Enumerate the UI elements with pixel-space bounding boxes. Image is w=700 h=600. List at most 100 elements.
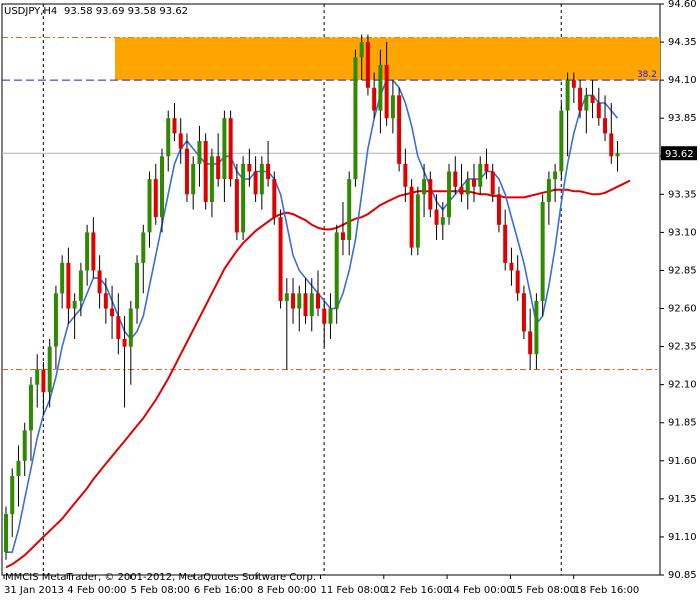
candle-body xyxy=(496,194,501,225)
price-tick-label: 92.35 xyxy=(668,342,697,353)
candle-body xyxy=(253,171,258,195)
candle xyxy=(253,156,258,202)
candle xyxy=(309,278,314,332)
candle xyxy=(197,125,202,187)
candle xyxy=(85,224,90,286)
candle xyxy=(178,118,183,164)
candle xyxy=(191,156,196,210)
candle xyxy=(546,171,551,225)
price-tick-label: 92.60 xyxy=(668,304,697,315)
candle-body xyxy=(434,209,439,225)
candle-body xyxy=(422,179,427,195)
candle-body xyxy=(128,308,133,347)
price-tick-label: 93.35 xyxy=(668,189,697,200)
candle xyxy=(16,445,21,507)
candle-body xyxy=(10,476,15,515)
candle xyxy=(447,163,452,225)
candle-body xyxy=(66,262,71,309)
candle-body xyxy=(172,118,177,134)
candle-body xyxy=(584,95,589,111)
candle xyxy=(228,110,233,187)
candle xyxy=(216,133,221,187)
candle-body xyxy=(365,42,370,88)
candle-body xyxy=(440,217,445,225)
candle-body xyxy=(153,179,158,218)
candle-body xyxy=(284,293,289,301)
candle xyxy=(515,255,520,301)
price-tick-label: 93.10 xyxy=(668,227,697,238)
candle xyxy=(590,80,595,119)
candle xyxy=(166,110,171,172)
candle-body xyxy=(615,153,620,157)
candle xyxy=(234,163,239,241)
candle-body xyxy=(565,80,570,111)
candle-body xyxy=(110,308,115,317)
candle xyxy=(247,148,252,187)
candle-body xyxy=(515,270,520,294)
chart-canvas[interactable]: 38.2 94.6094.3594.1093.8593.6093.3593.10… xyxy=(0,0,700,600)
candle xyxy=(328,293,333,339)
candle xyxy=(459,163,464,202)
time-tick-label: 5 Feb 08:00 xyxy=(131,585,190,596)
candle-body xyxy=(228,118,233,180)
candle-body xyxy=(135,262,140,309)
candle-body xyxy=(603,118,608,134)
candle xyxy=(147,171,152,248)
candle-body xyxy=(291,293,296,309)
candle xyxy=(428,171,433,218)
time-tick-label: 11 Feb 08:00 xyxy=(321,585,387,596)
candle-body xyxy=(28,384,33,431)
candle-body xyxy=(472,179,476,187)
candle xyxy=(297,285,302,332)
candle-body xyxy=(484,163,489,172)
candle-body xyxy=(241,163,246,233)
time-tick-label: 6 Feb 16:00 xyxy=(194,585,253,596)
price-chart[interactable]: 38.2 94.6094.3594.1093.8593.6093.3593.10… xyxy=(0,0,700,600)
time-tick-label: 15 Feb 08:00 xyxy=(510,585,576,596)
candle xyxy=(66,247,71,324)
candle-body xyxy=(403,163,408,187)
candle-body xyxy=(116,316,121,339)
price-tick-label: 91.85 xyxy=(668,418,697,429)
price-tick-label: 91.35 xyxy=(668,494,697,505)
candle-body xyxy=(297,293,302,309)
resistance-zone-layer: 38.2 xyxy=(2,37,660,81)
candle-body xyxy=(160,156,164,218)
candle xyxy=(553,163,558,202)
candle-body xyxy=(247,163,252,172)
candle-body xyxy=(216,156,221,180)
candle xyxy=(10,468,15,537)
candle-body xyxy=(178,133,183,149)
price-tick-label: 94.10 xyxy=(668,75,697,86)
candle-body xyxy=(347,179,352,241)
candle-body xyxy=(122,338,127,347)
candle-body xyxy=(278,217,283,301)
candle xyxy=(53,285,58,370)
candle-body xyxy=(553,171,558,180)
candle-body xyxy=(41,369,46,393)
candle-body xyxy=(459,186,464,195)
price-tick-label: 90.85 xyxy=(668,570,697,581)
candles-layer xyxy=(4,34,620,560)
candle xyxy=(222,110,227,202)
candle-body xyxy=(359,42,364,58)
candle-body xyxy=(234,179,239,233)
candle xyxy=(72,293,77,339)
candle-body xyxy=(35,369,40,385)
candle-body xyxy=(596,102,601,119)
candle xyxy=(259,156,264,210)
candle xyxy=(203,133,208,210)
price-tick-label: 92.85 xyxy=(668,265,697,276)
candle xyxy=(509,247,514,286)
price-tick-label: 94.60 xyxy=(668,0,697,10)
candle-body xyxy=(509,262,514,271)
candle xyxy=(496,186,501,233)
candle xyxy=(503,209,508,271)
candle xyxy=(528,308,533,370)
price-tick-label: 93.85 xyxy=(668,113,697,124)
candle-body xyxy=(72,300,77,309)
candle-body xyxy=(97,270,102,294)
candle-body xyxy=(316,293,320,309)
candle xyxy=(565,72,570,157)
candle xyxy=(135,255,140,324)
